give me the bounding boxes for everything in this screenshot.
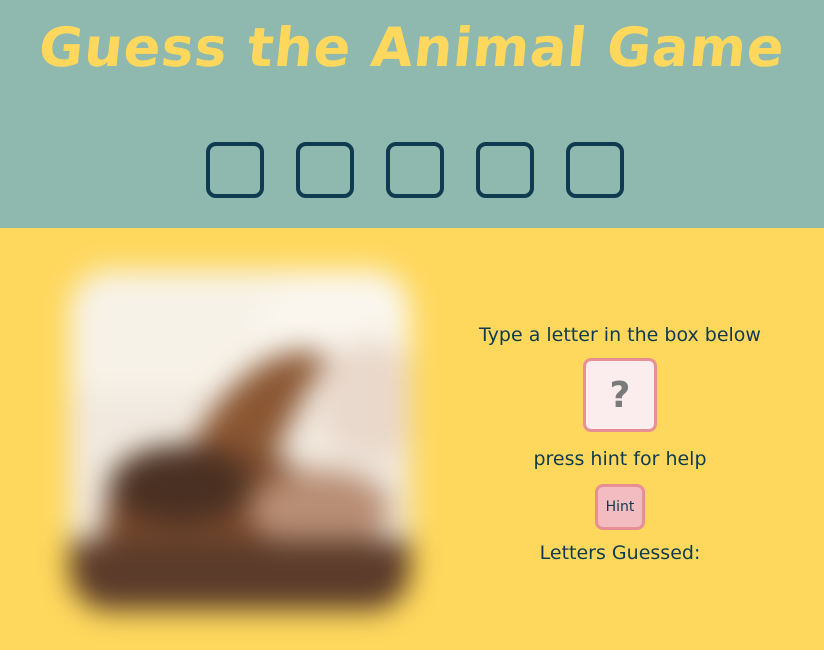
blurred-animal-image (70, 270, 410, 610)
letter-input[interactable] (583, 358, 657, 432)
letter-slot (476, 142, 534, 198)
controls-panel: Type a letter in the box below press hin… (440, 320, 800, 568)
animal-photo-graphic (70, 270, 410, 610)
letter-slot (566, 142, 624, 198)
word-slots (206, 142, 624, 198)
letters-guessed-label: Letters Guessed: (539, 542, 701, 564)
instruction-text: Type a letter in the box below (479, 324, 761, 346)
letter-slot (386, 142, 444, 198)
page-title: Guess the Animal Game (35, 16, 789, 79)
header-bar: Guess the Animal Game (0, 0, 824, 228)
letter-slot (206, 142, 264, 198)
hint-button[interactable]: Hint (595, 484, 645, 530)
letter-slot (296, 142, 354, 198)
help-text: press hint for help (533, 448, 707, 470)
